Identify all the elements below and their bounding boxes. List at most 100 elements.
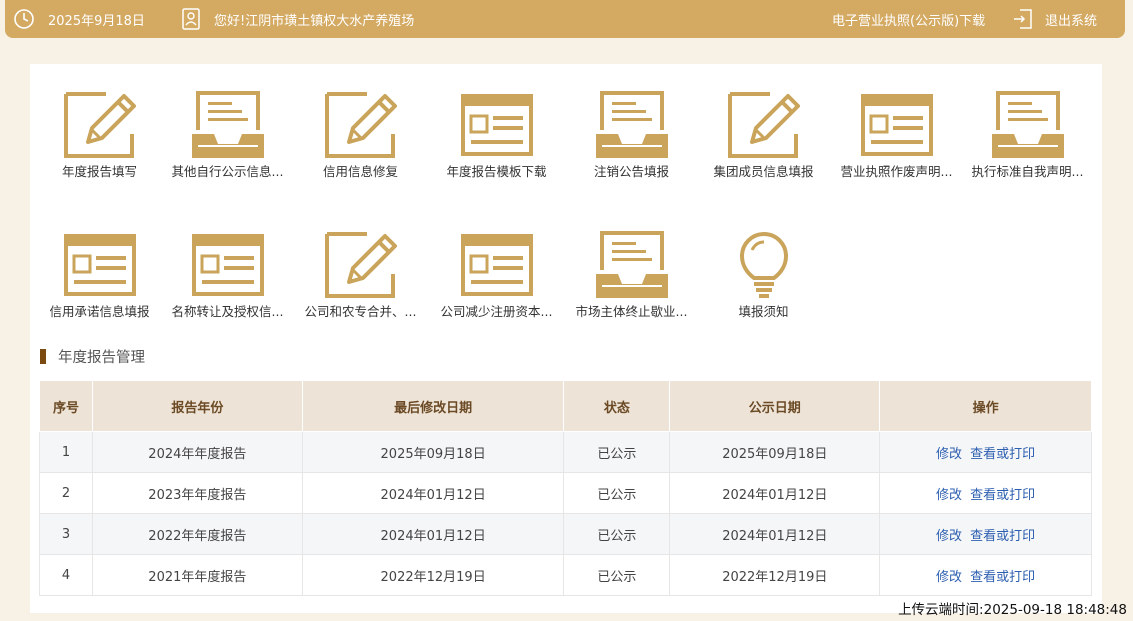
cell-published: 2025年09月18日 (669, 431, 881, 473)
cell-actions: 修改 查看或打印 (879, 513, 1092, 555)
tile-11[interactable]: 公司和农专合并、... (298, 230, 423, 340)
logout-button[interactable]: 退出系统 (1013, 0, 1097, 38)
tile-label[interactable]: 注销公告填报 (594, 161, 669, 180)
tile-12[interactable]: 公司减少注册资本... (434, 230, 559, 340)
cell-actions: 修改 查看或打印 (879, 431, 1092, 473)
logout-icon[interactable] (1013, 8, 1033, 30)
tile-label[interactable]: 信用信息修复 (323, 161, 398, 180)
cell-year: 2022年年度报告 (91, 513, 303, 555)
cell-status: 已公示 (563, 431, 671, 473)
form-template-icon[interactable] (459, 90, 535, 160)
cell-year: 2023年年度报告 (91, 472, 303, 514)
header-actions: 操作 (879, 380, 1092, 432)
user-card-icon (182, 8, 200, 30)
form-template-icon[interactable] (62, 230, 138, 300)
header-status: 状态 (563, 380, 671, 432)
tile-label[interactable]: 年度报告模板下载 (446, 161, 546, 180)
tile-13[interactable]: 市场主体终止歇业... (569, 230, 694, 340)
license-download-link[interactable]: 电子营业执照(公示版)下载 (832, 0, 985, 38)
date-text: 2025年9月18日 (48, 13, 145, 29)
inbox-tray-icon[interactable] (990, 90, 1066, 160)
form-template-icon[interactable] (459, 230, 535, 300)
tile-label[interactable]: 公司减少注册资本... (441, 301, 553, 320)
tile-label[interactable]: 填报须知 (738, 301, 788, 320)
form-template-icon[interactable] (190, 230, 266, 300)
pencil-edit-icon[interactable] (323, 230, 399, 300)
tile-7[interactable]: 营业执照作废声明... (834, 90, 959, 200)
date-display: 2025年9月18日 (13, 0, 145, 38)
tile-2[interactable]: 其他自行公示信息... (165, 90, 290, 200)
tile-5[interactable]: 注销公告填报 (569, 90, 694, 200)
cell-actions: 修改 查看或打印 (879, 472, 1092, 514)
cell-published: 2024年01月12日 (669, 472, 881, 514)
cell-modified: 2024年01月12日 (301, 513, 565, 555)
header-modified: 最后修改日期 (301, 380, 565, 432)
cell-actions: 修改 查看或打印 (879, 554, 1092, 596)
tile-label[interactable]: 公司和农专合并、... (305, 301, 417, 320)
cell-modified: 2025年09月18日 (301, 431, 565, 473)
tile-1[interactable]: 年度报告填写 (37, 90, 162, 200)
inbox-tray-icon[interactable] (594, 90, 670, 160)
table-header-row: 序号 报告年份 最后修改日期 状态 公示日期 操作 (39, 380, 1092, 432)
table-row: 1 2024年年度报告 2025年09月18日 已公示 2025年09月18日 … (39, 431, 1092, 473)
form-template-icon[interactable] (859, 90, 935, 160)
pencil-edit-icon[interactable] (323, 90, 399, 160)
view-print-link[interactable]: 查看或打印 (970, 488, 1035, 503)
view-print-link[interactable]: 查看或打印 (970, 570, 1035, 585)
view-print-link[interactable]: 查看或打印 (970, 447, 1035, 462)
annual-report-table: 序号 报告年份 最后修改日期 状态 公示日期 操作 1 2024年年度报告 20… (39, 380, 1092, 596)
edit-link[interactable]: 修改 (936, 488, 962, 503)
lightbulb-icon[interactable] (726, 230, 802, 300)
pencil-edit-icon[interactable] (62, 90, 138, 160)
upload-time: 上传云端时间:2025-09-18 18:48:48 (898, 602, 1127, 618)
cell-year: 2021年年度报告 (91, 554, 303, 596)
header-year: 报告年份 (91, 380, 303, 432)
tile-label[interactable]: 集团成员信息填报 (713, 161, 813, 180)
table-row: 3 2022年年度报告 2024年01月12日 已公示 2024年01月12日 … (39, 513, 1092, 555)
tile-10[interactable]: 名称转让及授权信... (165, 230, 290, 340)
section-title: 年度报告管理 (40, 346, 145, 366)
edit-link[interactable]: 修改 (936, 570, 962, 585)
cell-status: 已公示 (563, 472, 671, 514)
tile-label[interactable]: 营业执照作废声明... (841, 161, 953, 180)
tile-label[interactable]: 年度报告填写 (62, 161, 137, 180)
greeting: 您好!江阴市璜土镇权大水产养殖场 (182, 0, 414, 38)
tile-label[interactable]: 执行标准自我声明... (972, 161, 1084, 180)
cell-status: 已公示 (563, 554, 671, 596)
cell-no: 1 (39, 431, 93, 473)
cell-published: 2022年12月19日 (669, 554, 881, 596)
cell-published: 2024年01月12日 (669, 513, 881, 555)
tile-3[interactable]: 信用信息修复 (298, 90, 423, 200)
inbox-tray-icon[interactable] (190, 90, 266, 160)
cell-modified: 2024年01月12日 (301, 472, 565, 514)
inbox-tray-icon[interactable] (594, 230, 670, 300)
cell-modified: 2022年12月19日 (301, 554, 565, 596)
view-print-link[interactable]: 查看或打印 (970, 529, 1035, 544)
tile-label[interactable]: 市场主体终止歇业... (576, 301, 688, 320)
tile-label[interactable]: 其他自行公示信息... (172, 161, 284, 180)
cell-no: 3 (39, 513, 93, 555)
tile-4[interactable]: 年度报告模板下载 (434, 90, 559, 200)
pencil-edit-icon[interactable] (726, 90, 802, 160)
cell-no: 4 (39, 554, 93, 596)
header-no: 序号 (39, 380, 93, 432)
table-row: 2 2023年年度报告 2024年01月12日 已公示 2024年01月12日 … (39, 472, 1092, 514)
edit-link[interactable]: 修改 (936, 529, 962, 544)
cell-status: 已公示 (563, 513, 671, 555)
tile-8[interactable]: 执行标准自我声明... (965, 90, 1090, 200)
table-row: 4 2021年年度报告 2022年12月19日 已公示 2022年12月19日 … (39, 554, 1092, 596)
cell-no: 2 (39, 472, 93, 514)
tile-label[interactable]: 名称转让及授权信... (172, 301, 284, 320)
edit-link[interactable]: 修改 (936, 447, 962, 462)
main-panel: 年度报告填写 其他自行公示信息... 信用信息修复 年度报告模板下载 注销公告填… (30, 64, 1102, 613)
greeting-text: 您好!江阴市璜土镇权大水产养殖场 (214, 13, 415, 29)
header-published: 公示日期 (669, 380, 881, 432)
clock-icon (13, 8, 35, 30)
tile-6[interactable]: 集团成员信息填报 (701, 90, 826, 200)
tile-9[interactable]: 信用承诺信息填报 (37, 230, 162, 340)
tile-label[interactable]: 信用承诺信息填报 (49, 301, 149, 320)
tile-14[interactable]: 填报须知 (701, 230, 826, 340)
cell-year: 2024年年度报告 (91, 431, 303, 473)
top-bar: 2025年9月18日 您好!江阴市璜土镇权大水产养殖场 电子营业执照(公示版)下… (5, 0, 1125, 38)
section-title-bar (40, 348, 46, 364)
